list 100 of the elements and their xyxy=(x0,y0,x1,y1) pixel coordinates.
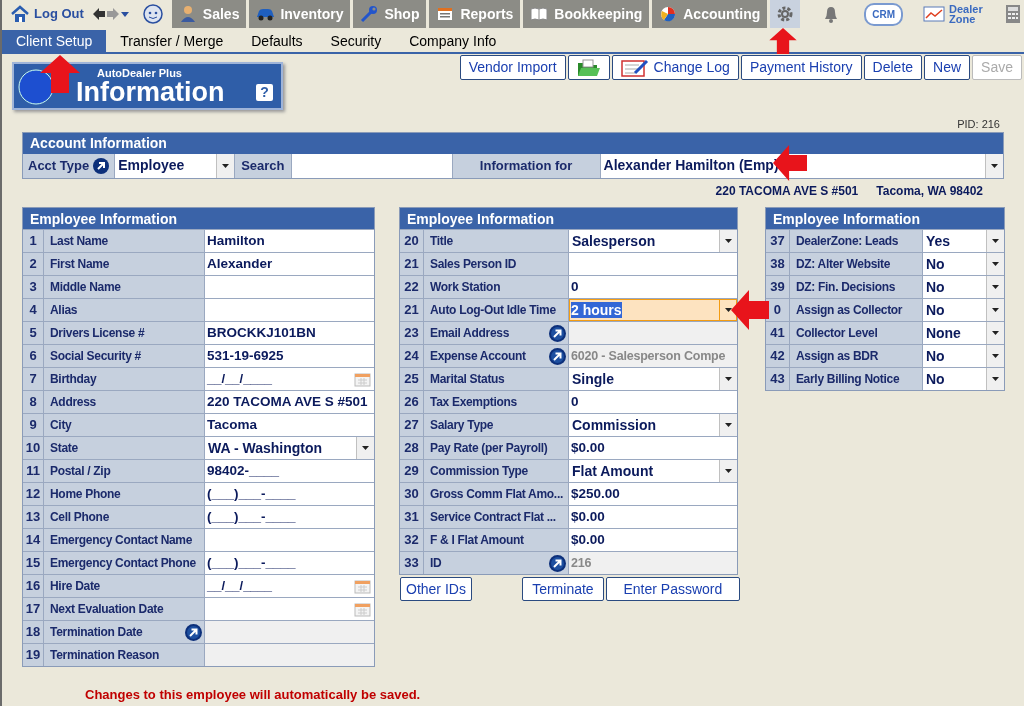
open-folder-button[interactable] xyxy=(567,55,610,80)
field-label: Information for xyxy=(452,154,601,178)
panel-title: Employee Information xyxy=(765,208,1004,229)
field-label: Tax Exemptions xyxy=(430,394,517,411)
text-field[interactable] xyxy=(205,299,374,321)
sub-tab[interactable]: Client Setup xyxy=(2,30,107,52)
folder-icon xyxy=(576,58,601,77)
toolbar-button[interactable]: Delete xyxy=(863,55,923,80)
text-field[interactable] xyxy=(205,276,374,298)
row-number: 12 xyxy=(23,483,44,505)
field-label: DZ: Alter Website xyxy=(795,256,891,273)
sub-tab[interactable]: Transfer / Merge xyxy=(106,30,238,52)
row-number: 6 xyxy=(23,345,44,367)
panel-title: Employee Information xyxy=(23,208,374,229)
toolbar-button[interactable]: New xyxy=(924,55,971,80)
row-number: 28 xyxy=(400,437,424,459)
row-number: 41 xyxy=(765,322,790,344)
dropdown[interactable]: WA - Washington xyxy=(205,437,374,459)
text-field[interactable]: (___)___-____ xyxy=(205,506,374,528)
field-label: Last Name xyxy=(50,233,108,250)
settings-button[interactable] xyxy=(770,0,801,28)
auto-save-notice: Changes to this employee will automatically be saved. xyxy=(85,686,421,704)
field-label: Social Security # xyxy=(50,348,141,365)
row-number: 39 xyxy=(765,276,790,298)
toolbar-button[interactable]: Payment History xyxy=(740,55,862,80)
dropdown[interactable]: No xyxy=(922,299,1004,321)
dropdown[interactable]: Yes xyxy=(922,230,1004,252)
date-field[interactable] xyxy=(205,598,374,620)
dropdown[interactable]: Employee xyxy=(115,154,235,178)
caret-icon xyxy=(991,262,999,266)
search-field[interactable] xyxy=(291,154,453,178)
log-out-link[interactable]: Log Out xyxy=(34,4,84,24)
action-button[interactable]: Other IDs xyxy=(400,577,472,601)
field-label: Alias xyxy=(50,302,78,319)
field-label: Assign as Collector xyxy=(795,302,903,319)
text-field[interactable]: 98402-____ xyxy=(205,460,374,482)
text-field[interactable]: Alexander xyxy=(205,253,374,275)
caret-icon xyxy=(991,308,999,312)
dropdown[interactable]: No xyxy=(922,368,1004,390)
dropdown[interactable]: No xyxy=(922,345,1004,367)
dropdown[interactable]: None xyxy=(922,322,1004,344)
text-field[interactable]: $0.00 xyxy=(569,506,737,528)
field-label: Salary Type xyxy=(430,417,494,434)
field-label: Home Phone xyxy=(50,486,121,503)
text-field[interactable]: 0 xyxy=(569,276,737,298)
action-button[interactable]: Enter Password xyxy=(605,577,740,601)
pid-label: PID: 216 xyxy=(956,118,1001,130)
action-button[interactable]: Terminate xyxy=(521,577,604,601)
field-label: Termination Reason xyxy=(50,647,160,664)
caret-icon xyxy=(991,164,998,168)
row-number: 42 xyxy=(765,345,790,367)
home-icon xyxy=(10,5,30,23)
field-label: Hire Date xyxy=(50,578,100,595)
sub-tab[interactable]: Company Info xyxy=(395,30,511,52)
field-label: State xyxy=(50,440,78,457)
toolbar-button[interactable]: Vendor Import xyxy=(459,55,566,80)
face-icon xyxy=(141,3,164,25)
text-field[interactable]: 220 TACOMA AVE S #501 xyxy=(205,391,374,413)
field-label: Pay Rate (per Payroll) xyxy=(430,440,548,457)
crm-label[interactable]: CRM xyxy=(864,2,904,26)
dropdown[interactable]: 2 hours xyxy=(569,299,737,321)
text-field[interactable]: $0.00 xyxy=(569,529,737,551)
dropdown[interactable]: No xyxy=(922,253,1004,275)
text-field[interactable]: $250.00 xyxy=(569,483,737,505)
dealer-zone-link[interactable]: Dealer Zone xyxy=(949,4,990,24)
sub-tab[interactable]: Defaults xyxy=(237,30,317,52)
field-label: Auto Log-Out Idle Time xyxy=(430,302,556,319)
field-label: Postal / Zip xyxy=(50,463,111,480)
text-field[interactable] xyxy=(205,529,374,551)
date-field[interactable]: __/__/____ xyxy=(205,575,374,597)
toolbar-button[interactable]: Change Log xyxy=(611,55,739,80)
dropdown[interactable]: Salesperson xyxy=(569,230,737,252)
help-button[interactable]: ? xyxy=(256,84,273,101)
book-icon xyxy=(530,5,549,23)
text-field[interactable]: $0.00 xyxy=(569,437,737,459)
caret-icon xyxy=(725,469,732,473)
text-field[interactable]: Tacoma xyxy=(205,414,374,436)
row-number: 19 xyxy=(23,644,44,666)
row-number: 3 xyxy=(23,276,44,298)
date-field[interactable]: __/__/____ xyxy=(205,368,374,390)
dropdown[interactable]: Single xyxy=(569,368,737,390)
text-field[interactable]: BROCKKJ101BN xyxy=(205,322,374,344)
text-field[interactable]: (___)___-____ xyxy=(205,483,374,505)
caret-icon xyxy=(991,377,999,381)
caret-icon xyxy=(362,446,369,450)
dropdown[interactable]: No xyxy=(922,276,1004,298)
text-field[interactable]: Hamilton xyxy=(205,230,374,252)
row-number: 29 xyxy=(400,460,424,482)
text-field[interactable] xyxy=(569,253,737,275)
row-number: 33 xyxy=(400,552,424,574)
text-field[interactable]: (___)___-____ xyxy=(205,552,374,574)
dropdown[interactable]: Commission xyxy=(569,414,737,436)
dropdown[interactable]: Flat Amount xyxy=(569,460,737,482)
notebook-pen-icon xyxy=(620,58,649,77)
text-field[interactable]: 0 xyxy=(569,391,737,413)
text-field[interactable]: 531-19-6925 xyxy=(205,345,374,367)
back-arrow-icon xyxy=(91,7,106,21)
sub-tab[interactable]: Security xyxy=(316,30,396,52)
caret-icon xyxy=(725,423,732,427)
readonly-field: 216 xyxy=(569,552,737,574)
